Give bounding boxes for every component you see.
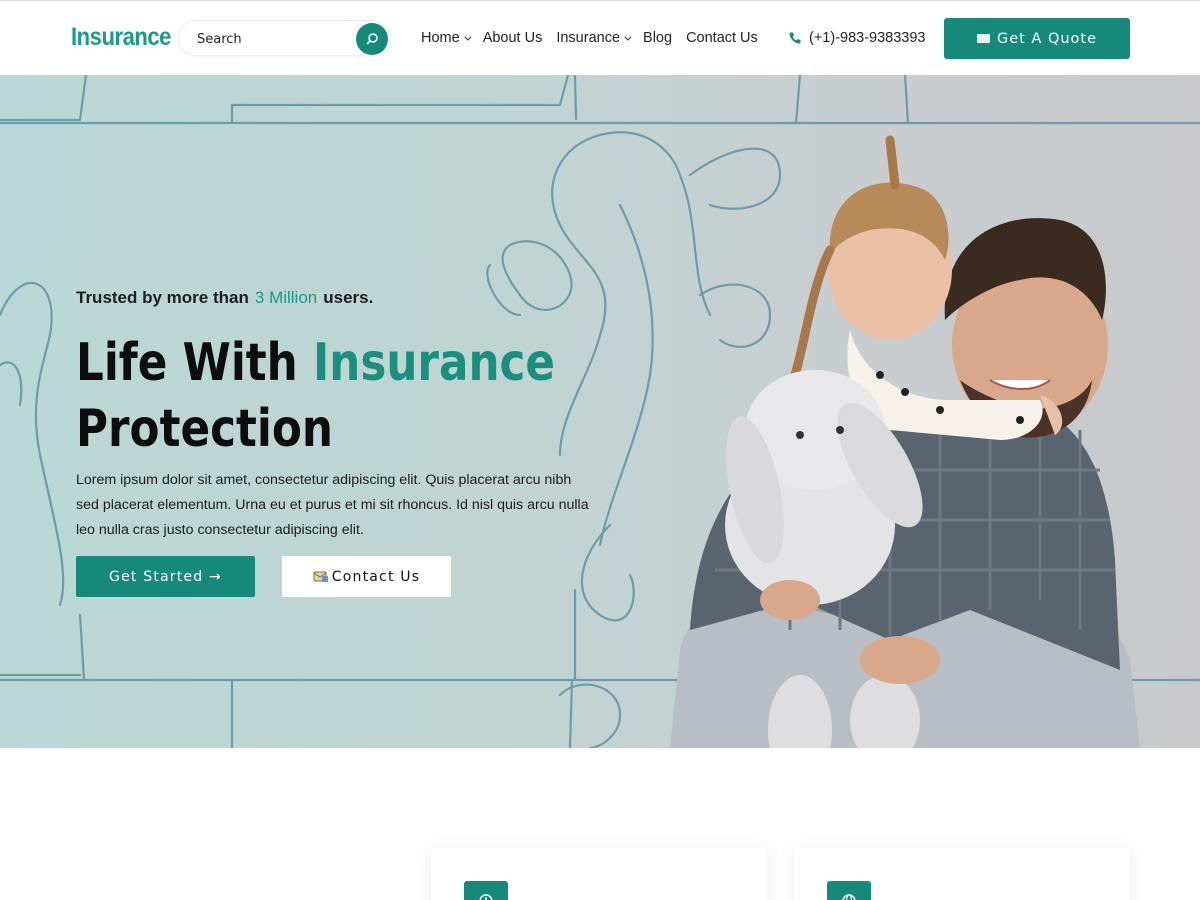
hero-photo-father-daughter	[670, 135, 1140, 748]
nav-item-insurance[interactable]: Insurance	[556, 30, 632, 46]
contact-icon	[313, 571, 328, 582]
trusted-tagline: Trusted by more than 3 Million users.	[76, 288, 373, 308]
search-box	[178, 20, 390, 57]
mail-icon	[976, 34, 990, 43]
headline-accent: Insurance	[312, 333, 556, 393]
nav-item-label: About Us	[482, 30, 543, 46]
get-started-button[interactable]: Get Started →	[76, 556, 255, 597]
main-nav: Home About Us Insurance Blog Contact Us	[421, 30, 772, 46]
headline-part2: Protection	[76, 399, 333, 459]
get-quote-button[interactable]: Get A Quote	[944, 18, 1130, 59]
trusted-suffix: users.	[323, 288, 374, 307]
chevron-down-icon	[464, 33, 472, 41]
feature-icon-wrapper	[827, 881, 871, 900]
phone-icon	[789, 32, 801, 44]
contact-us-label: Contact Us	[331, 568, 421, 585]
phone-link[interactable]: (+1)-983-9383393	[788, 30, 926, 46]
phone-number: (+1)-983-9383393	[809, 30, 926, 46]
search-input[interactable]	[197, 21, 357, 57]
feature-card-1	[431, 848, 767, 900]
nav-item-contact[interactable]: Contact Us	[686, 30, 758, 46]
nav-item-label: Contact Us	[686, 30, 758, 46]
nav-item-label: Home	[421, 30, 460, 46]
clock-icon	[479, 894, 493, 900]
hero-section: Trusted by more than 3 Million users. Life…	[0, 75, 1200, 748]
hero-headline: Life With Insurance Protection	[76, 330, 630, 462]
nav-item-label: Insurance	[556, 30, 621, 46]
nav-item-label: Blog	[643, 30, 673, 46]
chevron-down-icon	[624, 33, 632, 41]
feature-card-2	[794, 848, 1130, 900]
nav-item-blog[interactable]: Blog	[643, 30, 672, 46]
search-icon	[366, 33, 378, 45]
site-logo[interactable]: Insurance	[71, 23, 171, 52]
globe-icon	[842, 894, 856, 900]
feature-icon-wrapper	[464, 881, 508, 900]
headline-part1: Life With	[76, 333, 298, 393]
get-quote-label: Get A Quote	[996, 30, 1098, 47]
nav-item-about[interactable]: About Us	[483, 30, 543, 46]
contact-us-button[interactable]: Contact Us	[282, 556, 451, 597]
hero-description: Lorem ipsum dolor sit amet, consectetur …	[76, 472, 589, 538]
trusted-highlight: 3 Million	[254, 288, 318, 307]
get-started-label: Get Started →	[109, 568, 222, 585]
trusted-prefix: Trusted by more than	[76, 288, 249, 307]
nav-item-home[interactable]: Home	[421, 30, 472, 46]
search-button[interactable]	[356, 23, 388, 55]
site-header: Insurance Home About Us Insurance Blog C…	[0, 0, 1200, 75]
